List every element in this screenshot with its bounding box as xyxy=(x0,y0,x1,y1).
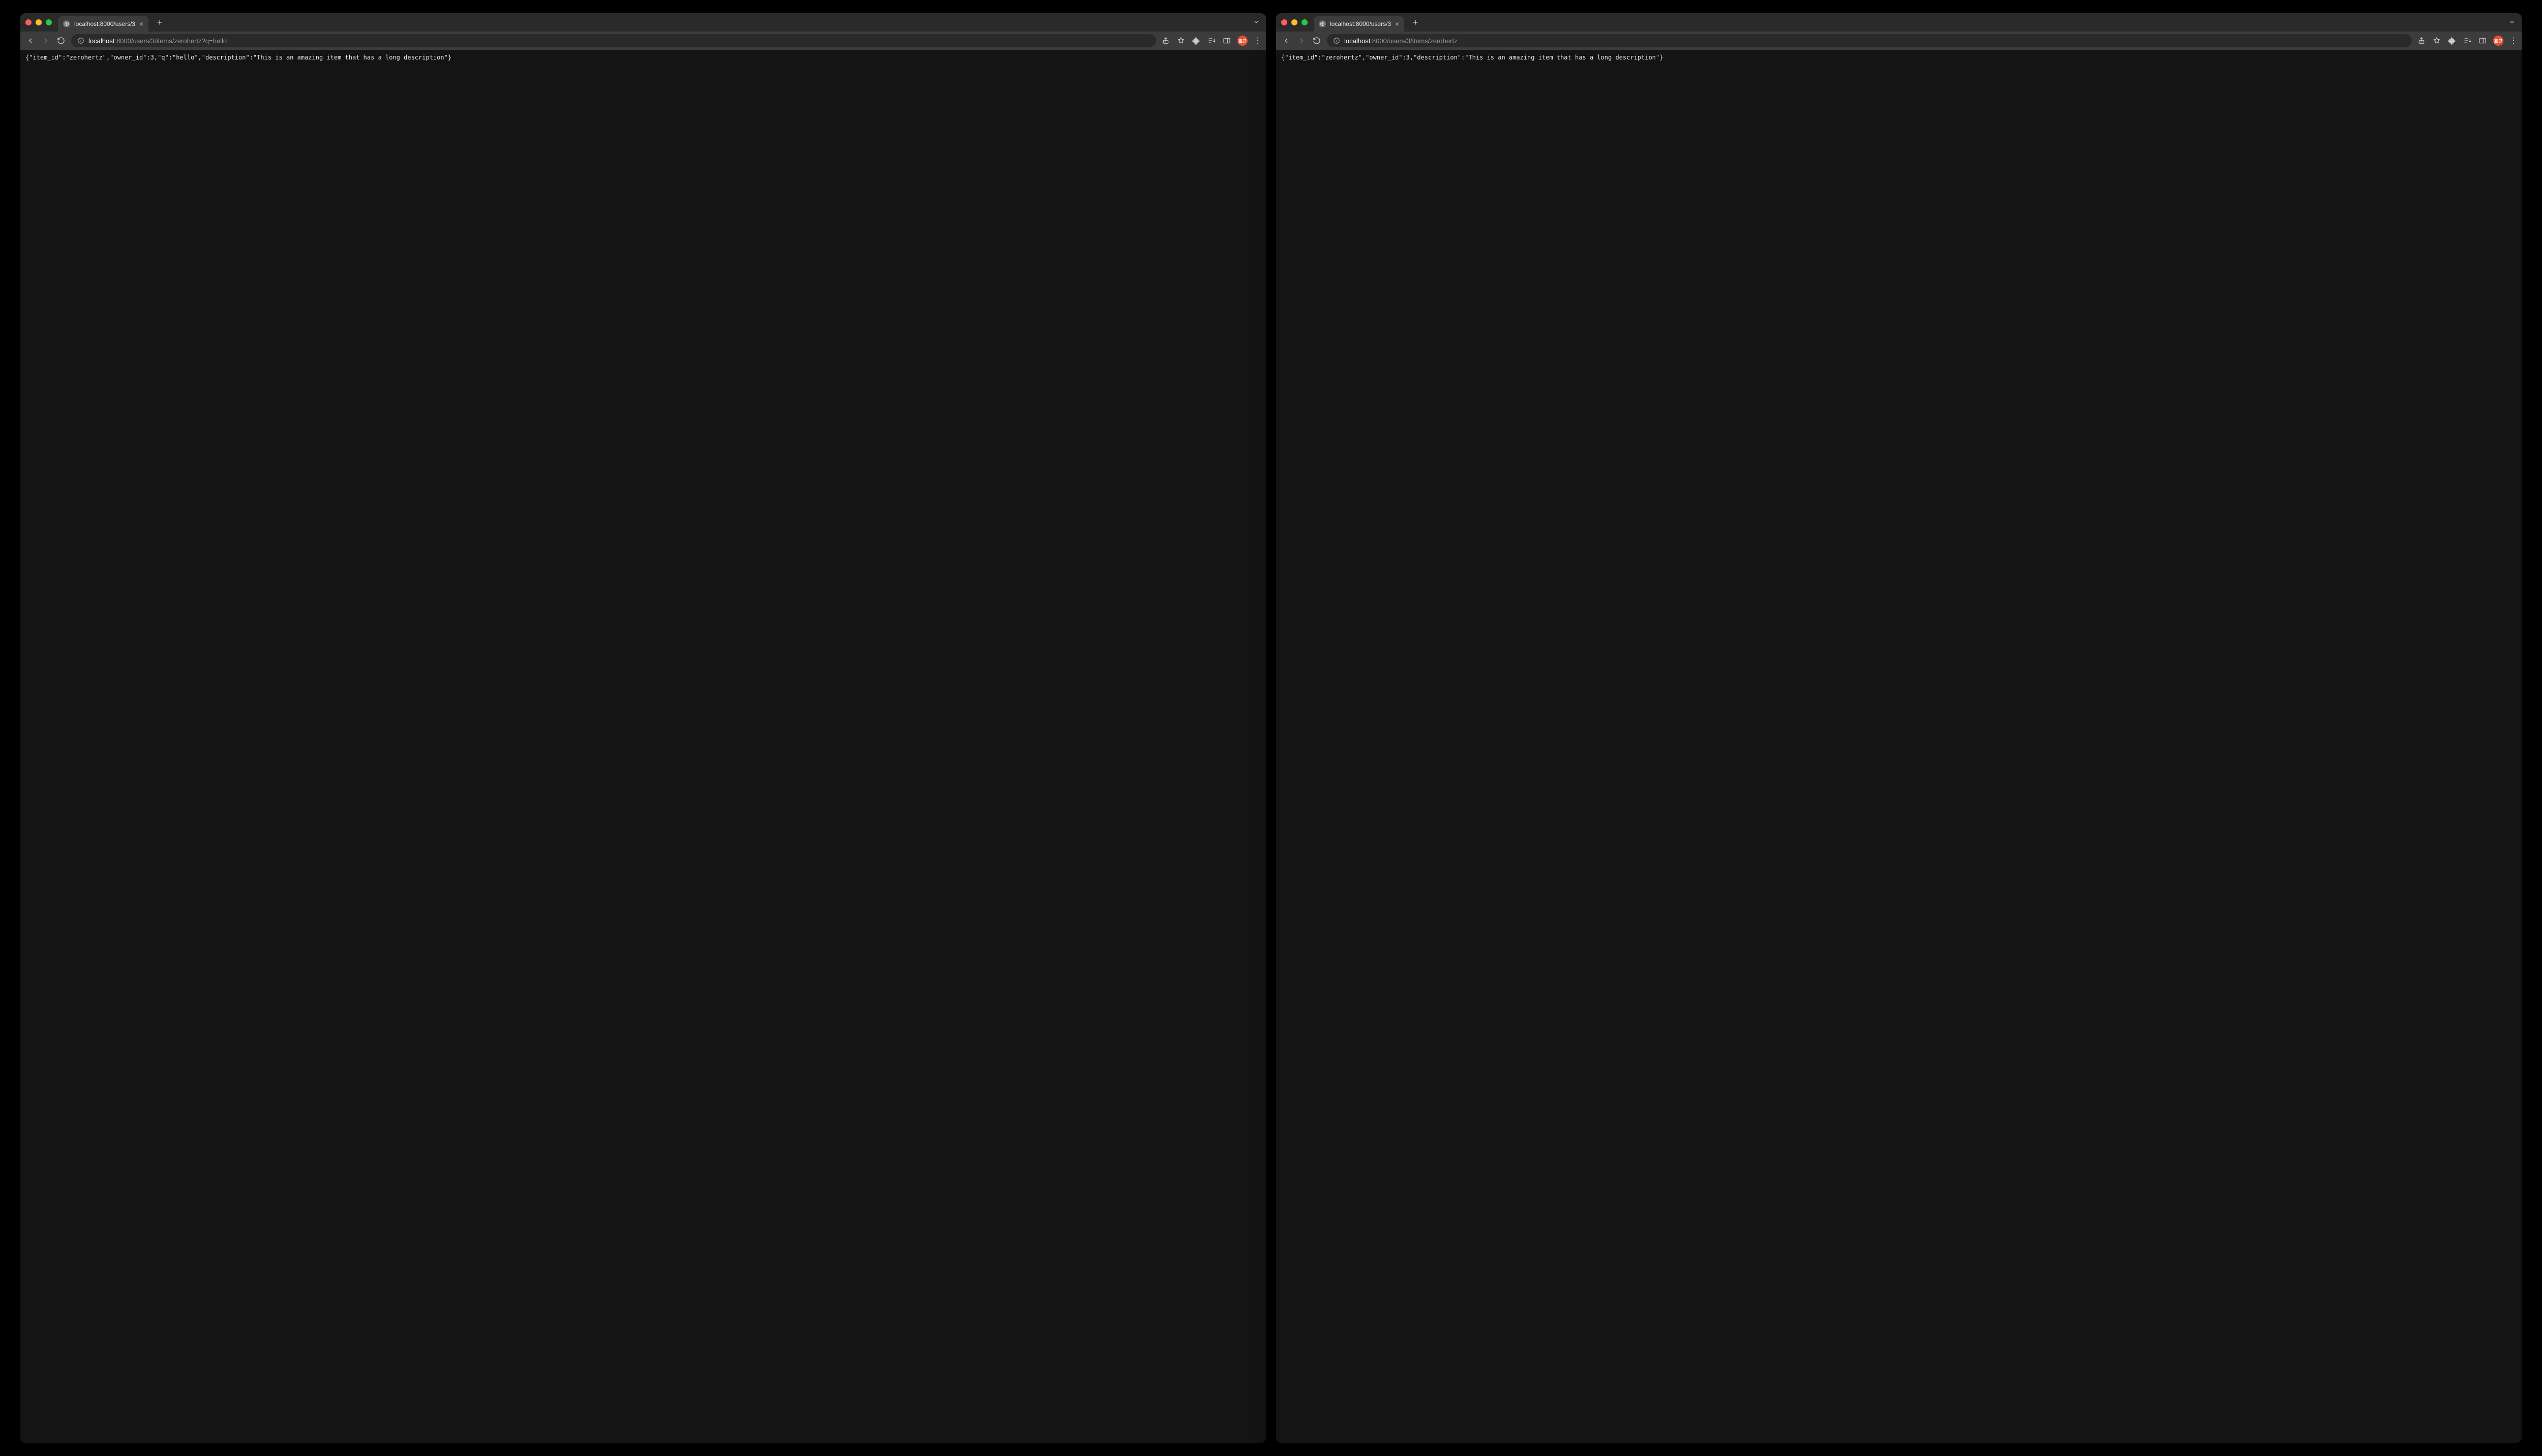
traffic-lights xyxy=(25,19,52,25)
bookmark-star-icon[interactable] xyxy=(2432,36,2441,45)
tab-title: localhost:8000/users/3/items/z xyxy=(1330,20,1391,27)
new-tab-button[interactable]: + xyxy=(1409,16,1421,28)
url-host: localhost xyxy=(88,37,114,45)
url-text: localhost:8000/users/3/items/zerohertz?q… xyxy=(88,37,1150,45)
back-button[interactable] xyxy=(25,36,36,46)
browser-window: localhost:8000/users/3/items/z × + local… xyxy=(1276,13,2522,1443)
bookmark-star-icon[interactable] xyxy=(1176,36,1186,45)
reload-button[interactable] xyxy=(1312,36,1322,46)
browser-tab[interactable]: localhost:8000/users/3/items/z × xyxy=(1314,16,1404,32)
toolbar-right: 호근 ⋮ xyxy=(2417,36,2517,46)
page-content: {"item_id":"zerohertz","owner_id":3,"q":… xyxy=(20,50,1266,1443)
side-panel-icon[interactable] xyxy=(2478,36,2487,45)
close-window-button[interactable] xyxy=(25,19,32,25)
globe-icon xyxy=(63,20,70,27)
reading-list-icon[interactable] xyxy=(2463,36,2472,45)
side-panel-icon[interactable] xyxy=(1222,36,1231,45)
maximize-window-button[interactable] xyxy=(46,19,52,25)
close-tab-icon[interactable]: × xyxy=(139,20,143,27)
maximize-window-button[interactable] xyxy=(1302,19,1308,25)
url-path: :8000/users/3/items/zerohertz xyxy=(1370,37,1457,45)
close-tab-icon[interactable]: × xyxy=(1395,20,1399,27)
tab-strip: localhost:8000/users/3/items/z × + xyxy=(20,13,1266,32)
forward-button[interactable] xyxy=(41,36,51,46)
extensions-icon[interactable] xyxy=(1192,36,1201,45)
reload-button[interactable] xyxy=(56,36,66,46)
address-bar[interactable]: localhost:8000/users/3/items/zerohertz xyxy=(1327,34,2412,47)
toolbar-right: 호근 ⋮ xyxy=(1161,36,1261,46)
kebab-menu-icon[interactable]: ⋮ xyxy=(2509,36,2517,46)
page-content: {"item_id":"zerohertz","owner_id":3,"des… xyxy=(1276,50,2522,1443)
address-bar[interactable]: localhost:8000/users/3/items/zerohertz?q… xyxy=(71,34,1156,47)
forward-button[interactable] xyxy=(1296,36,1307,46)
tab-list-chevron-icon[interactable] xyxy=(1253,18,1260,27)
traffic-lights xyxy=(1281,19,1308,25)
site-info-icon[interactable] xyxy=(77,37,84,44)
tab-strip: localhost:8000/users/3/items/z × + xyxy=(1276,13,2522,32)
reading-list-icon[interactable] xyxy=(1207,36,1216,45)
site-info-icon[interactable] xyxy=(1333,37,1340,44)
profile-avatar[interactable]: 호근 xyxy=(1237,36,1248,46)
tab-list-chevron-icon[interactable] xyxy=(2508,18,2516,27)
minimize-window-button[interactable] xyxy=(1291,19,1297,25)
profile-avatar[interactable]: 호근 xyxy=(2493,36,2503,46)
tab-title: localhost:8000/users/3/items/z xyxy=(74,20,135,27)
new-tab-button[interactable]: + xyxy=(154,16,166,28)
share-icon[interactable] xyxy=(2417,36,2426,45)
url-path: :8000/users/3/items/zerohertz?q=hello xyxy=(114,37,227,45)
globe-icon xyxy=(1319,20,1326,27)
close-window-button[interactable] xyxy=(1281,19,1287,25)
minimize-window-button[interactable] xyxy=(36,19,42,25)
browser-window: localhost:8000/users/3/items/z × + local… xyxy=(20,13,1266,1443)
browser-tab[interactable]: localhost:8000/users/3/items/z × xyxy=(58,16,148,32)
kebab-menu-icon[interactable]: ⋮ xyxy=(1254,36,1261,46)
toolbar: localhost:8000/users/3/items/zerohertz 호… xyxy=(1276,32,2522,50)
back-button[interactable] xyxy=(1281,36,1291,46)
url-text: localhost:8000/users/3/items/zerohertz xyxy=(1344,37,2406,45)
share-icon[interactable] xyxy=(1161,36,1170,45)
toolbar: localhost:8000/users/3/items/zerohertz?q… xyxy=(20,32,1266,50)
extensions-icon[interactable] xyxy=(2447,36,2457,45)
url-host: localhost xyxy=(1344,37,1370,45)
